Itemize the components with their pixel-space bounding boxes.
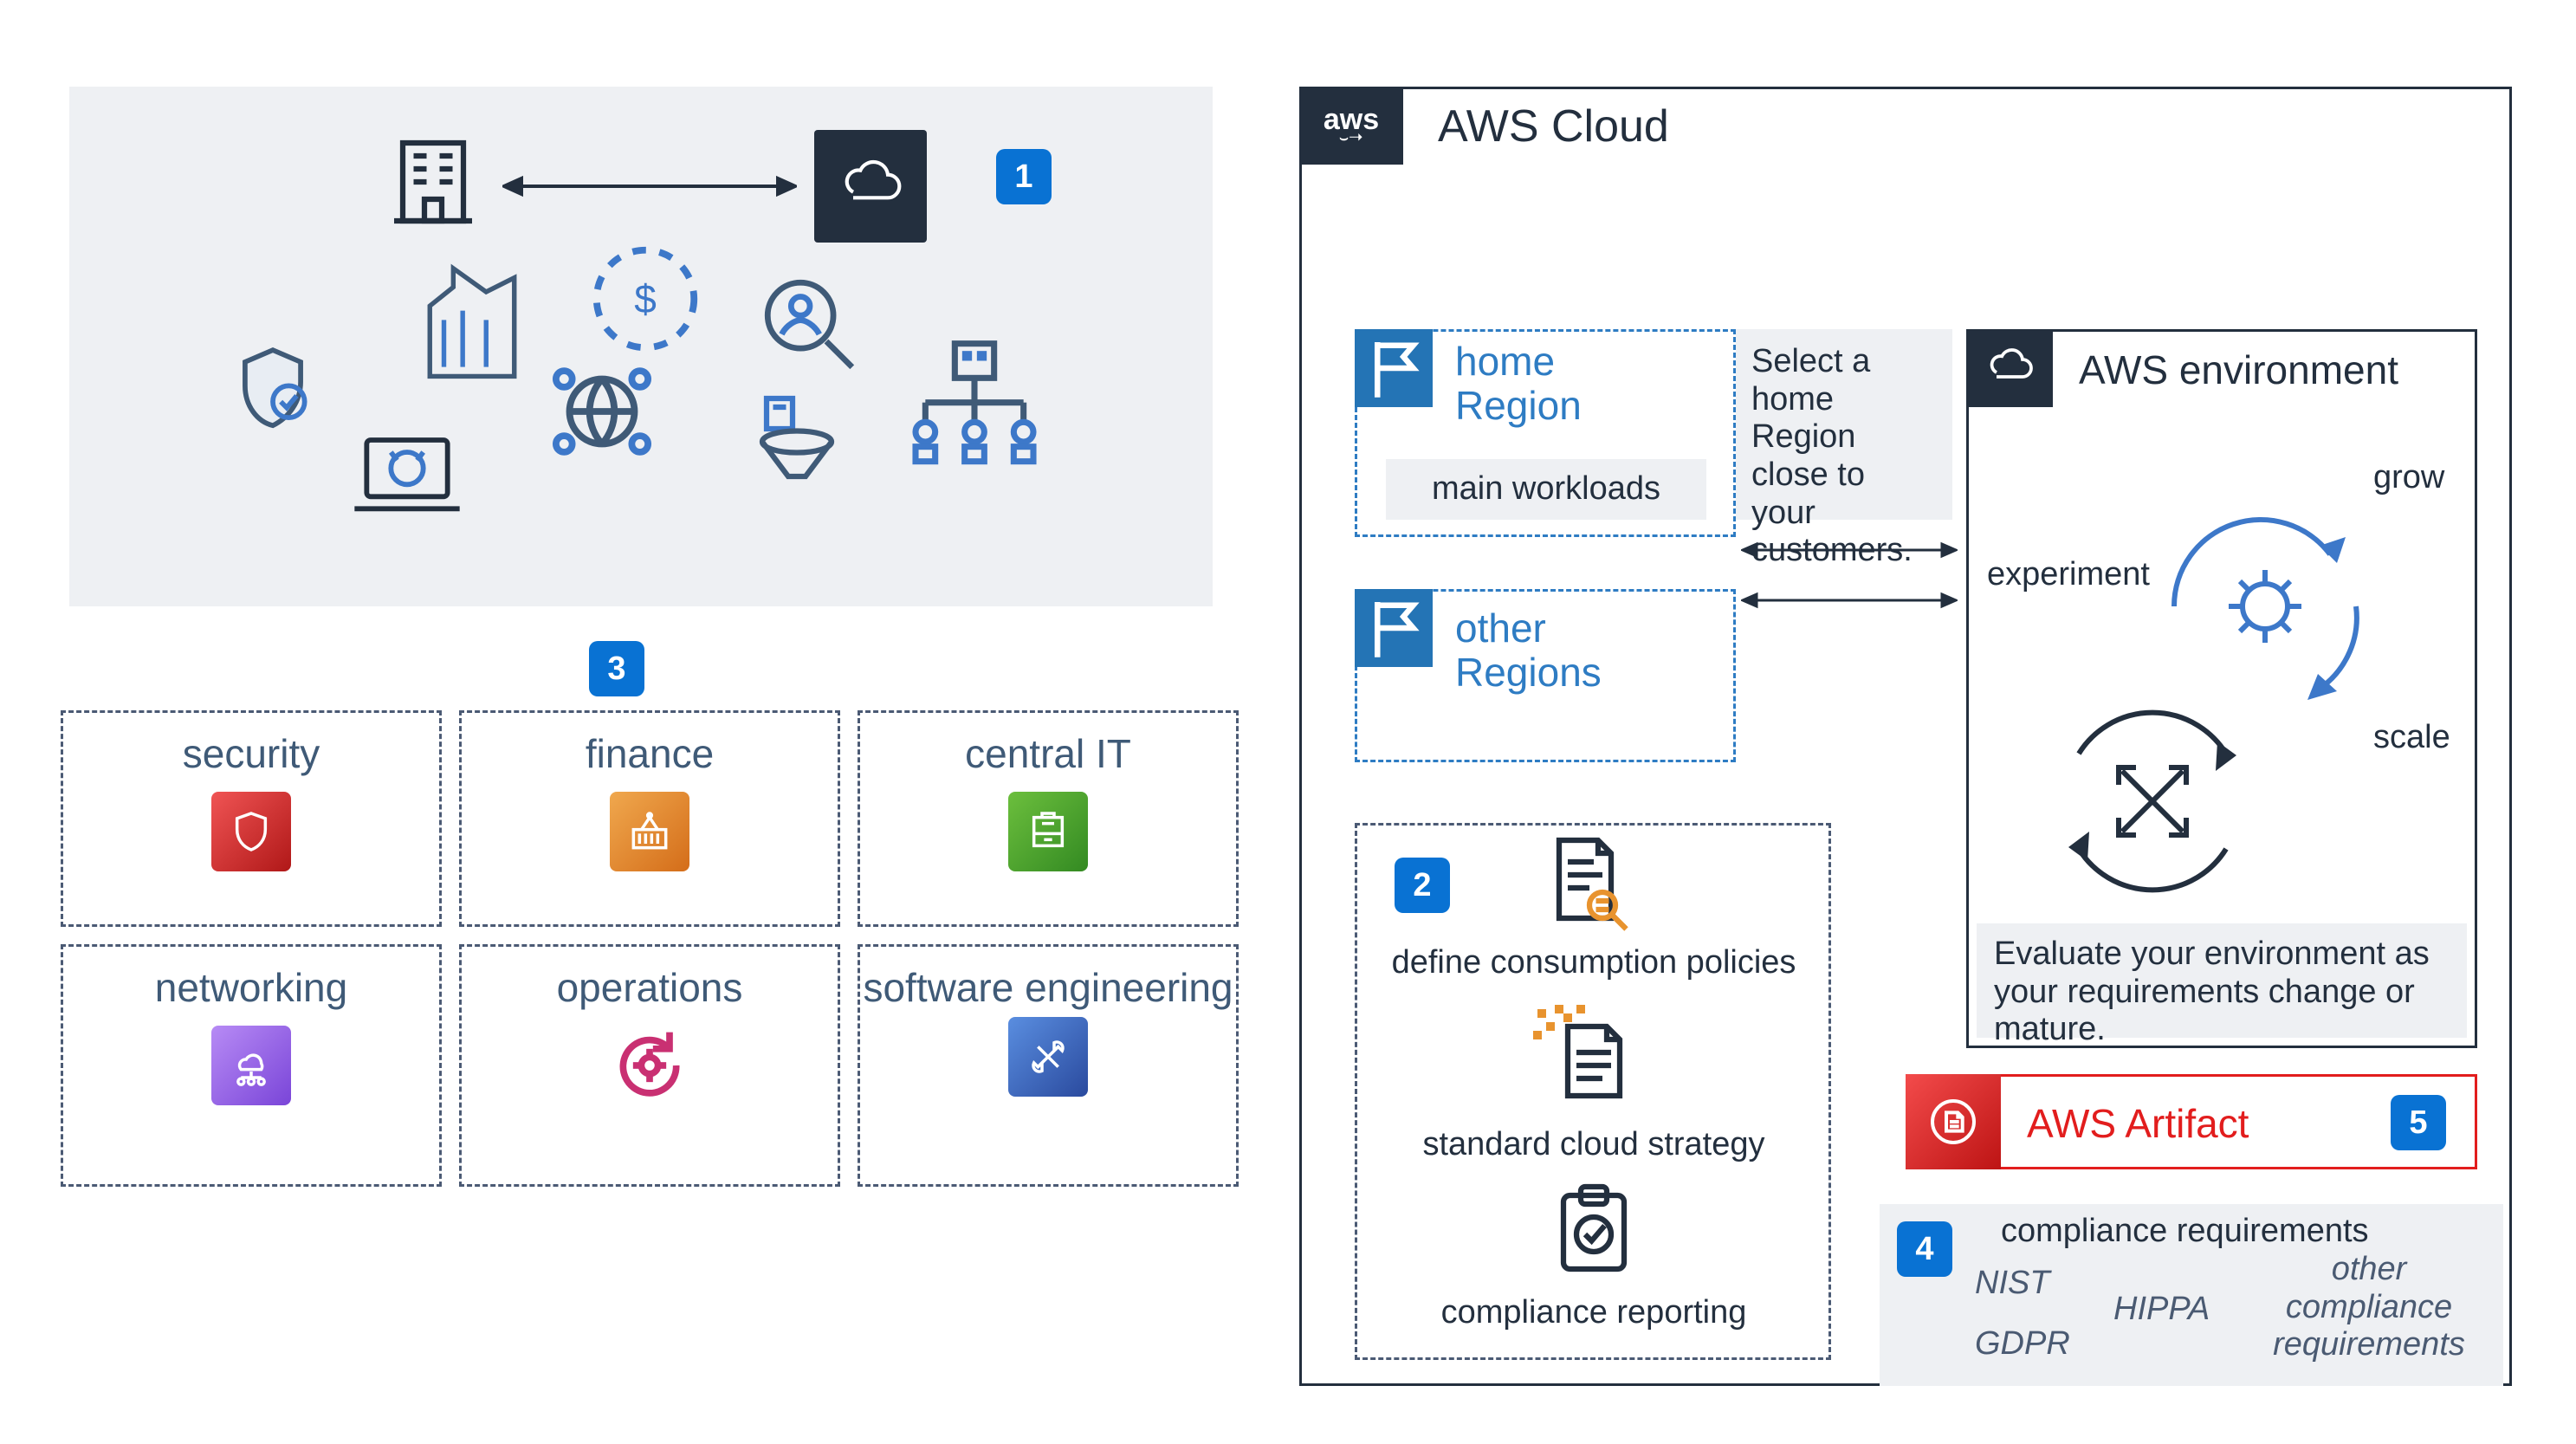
compliance-nist: NIST: [1975, 1265, 2050, 1303]
policies-reporting-label: compliance reporting: [1377, 1294, 1810, 1332]
step-3-number: 3: [607, 652, 625, 685]
compliance-hippa: HIPPA: [2113, 1291, 2210, 1329]
team-networking-label: networking: [63, 966, 439, 1010]
policies-strategy-label: standard cloud strategy: [1377, 1126, 1810, 1164]
step-4-number: 4: [1915, 1233, 1933, 1266]
aws-logo-tab: aws⌣➝: [1299, 87, 1403, 165]
dollar-cycle-icon: $: [580, 234, 710, 364]
clipboard-check-icon: [1542, 1178, 1646, 1282]
step-4-badge: 4: [1897, 1221, 1952, 1277]
other-regions-label: other Regions: [1455, 606, 1628, 694]
arrow-bidir-bottom: [1741, 589, 1958, 612]
document-magnify-icon: [1533, 832, 1637, 936]
artifact-icon-tile: [1906, 1074, 2001, 1169]
team-operations: operations: [459, 944, 840, 1187]
home-region-label: home Region: [1455, 340, 1628, 427]
drawer-icon: [1008, 792, 1088, 871]
compliance-gdpr: GDPR: [1975, 1325, 2070, 1363]
flag-icon-2: [1355, 589, 1433, 667]
arrow-enterprise-cloud: [502, 173, 797, 199]
main-workloads-label: main workloads: [1432, 470, 1660, 508]
aws-cloud-title: AWS Cloud: [1438, 100, 1669, 152]
main-workloads-box: main workloads: [1386, 459, 1706, 520]
team-central-it-label: central IT: [860, 732, 1236, 776]
laptop-dog-icon: [346, 424, 468, 528]
arrow-bidir-top: [1741, 539, 1958, 561]
document-dots-icon: [1524, 996, 1646, 1117]
step-3-badge: 3: [589, 641, 644, 696]
region-hint-text: Select a home Region close to your custo…: [1751, 343, 1913, 568]
shield-check-icon: [225, 342, 320, 437]
shield-icon: [211, 792, 291, 871]
compliance-title: compliance requirements: [2001, 1213, 2369, 1251]
step-5-badge: 5: [2391, 1095, 2446, 1150]
env-grow-label: grow: [2373, 459, 2444, 497]
step-1-badge: 1: [996, 149, 1052, 204]
building-icon: [381, 130, 485, 234]
env-experiment-label: experiment: [1987, 556, 2150, 594]
env-cloud-tab: [1966, 329, 2053, 407]
step-5-number: 5: [2409, 1106, 2427, 1139]
region-hint-box: Select a home Region close to your custo…: [1736, 329, 1952, 520]
compliance-other: other compliance requirements: [2252, 1251, 2486, 1364]
env-evaluate-text: Evaluate your environment as your requir…: [1994, 936, 2430, 1047]
team-security-label: security: [63, 732, 439, 776]
team-finance-label: finance: [462, 732, 838, 776]
globe-people-icon: [537, 346, 667, 476]
tools-icon: [1008, 1017, 1088, 1097]
team-software-eng-label: software engineering: [860, 966, 1236, 1010]
env-scale-label: scale: [2373, 719, 2450, 757]
expand-cycle-icon: [2036, 684, 2269, 918]
team-networking: networking: [61, 944, 442, 1187]
policies-define-label: define consumption policies: [1377, 944, 1810, 982]
org-chart-icon: [901, 329, 1048, 476]
city-icon: [416, 260, 528, 390]
team-operations-label: operations: [462, 966, 838, 1010]
step-1-number: 1: [1014, 160, 1032, 193]
container-icon: [610, 792, 689, 871]
env-evaluate-box: Evaluate your environment as your requir…: [1977, 923, 2467, 1038]
step-2-number: 2: [1413, 869, 1431, 902]
team-security: security: [61, 710, 442, 927]
cloud-network-icon: [211, 1026, 291, 1105]
aws-environment-title: AWS environment: [2079, 346, 2398, 393]
aws-cloud-tile: [814, 130, 927, 243]
gear-cycle-icon: [610, 1026, 689, 1105]
funnel-icon: [745, 390, 849, 494]
team-software-eng: software engineering: [858, 944, 1239, 1187]
flag-icon: [1355, 329, 1433, 407]
team-finance: finance: [459, 710, 840, 927]
magnify-person-icon: [754, 269, 866, 381]
aws-artifact-label: AWS Artifact: [2027, 1100, 2249, 1147]
step-2-badge: 2: [1395, 858, 1450, 913]
team-central-it: central IT: [858, 710, 1239, 927]
